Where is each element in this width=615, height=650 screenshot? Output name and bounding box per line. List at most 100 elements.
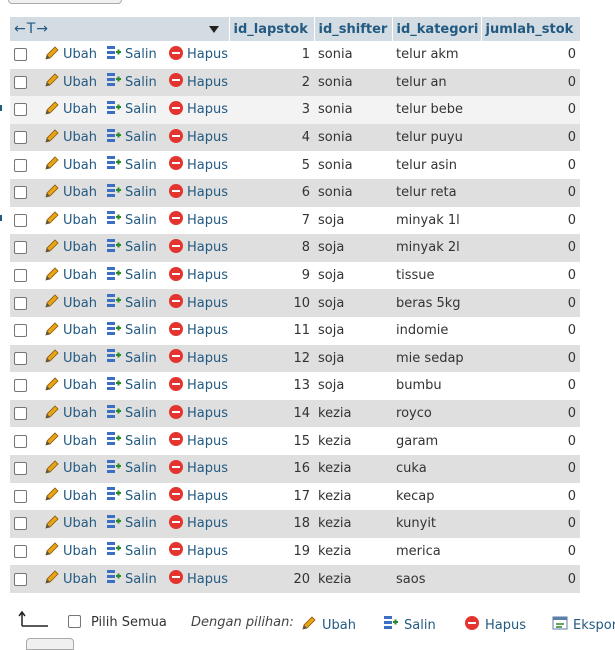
cell-id-shifter[interactable]: soja xyxy=(314,344,393,373)
row-checkbox[interactable] xyxy=(14,517,27,531)
copy-button[interactable]: Salin xyxy=(106,45,157,65)
cell-id-lapstok[interactable]: 1 xyxy=(229,41,315,69)
row-checkbox[interactable] xyxy=(14,103,27,117)
row-checkbox-cell[interactable] xyxy=(10,151,40,179)
row-checkbox-cell[interactable] xyxy=(10,454,40,483)
row-checkbox-cell[interactable] xyxy=(10,289,40,317)
cell-id-shifter[interactable]: sonia xyxy=(314,68,393,97)
cell-id-lapstok[interactable]: 7 xyxy=(229,206,315,235)
cell-jumlah-stok[interactable]: 0 xyxy=(481,289,581,317)
row-checkbox[interactable] xyxy=(14,324,27,338)
cell-id-lapstok[interactable]: 9 xyxy=(229,261,315,290)
cell-jumlah-stok[interactable]: 0 xyxy=(481,510,581,538)
row-checkbox[interactable] xyxy=(14,434,27,448)
row-checkbox[interactable] xyxy=(14,572,27,586)
delete-button[interactable]: Hapus xyxy=(168,376,228,396)
delete-button[interactable]: Hapus xyxy=(168,266,228,286)
edit-button[interactable]: Ubah xyxy=(44,431,97,451)
bulk-edit-button[interactable]: Ubah xyxy=(301,615,356,635)
row-checkbox-cell[interactable] xyxy=(10,68,40,97)
cell-id-shifter[interactable]: kezia xyxy=(314,537,393,566)
delete-button[interactable]: Hapus xyxy=(168,210,228,230)
row-checkbox[interactable] xyxy=(14,462,27,476)
cell-id-kategori[interactable]: telur an xyxy=(392,68,482,97)
row-checkbox[interactable] xyxy=(14,158,27,172)
delete-button[interactable]: Hapus xyxy=(168,45,228,65)
sort-triangle-icon[interactable] xyxy=(208,25,219,33)
table-row[interactable]: Ubah Salin Hapus 2 sonia telur an 0 xyxy=(10,68,581,97)
cell-jumlah-stok[interactable]: 0 xyxy=(481,427,581,455)
edit-button[interactable]: Ubah xyxy=(44,238,97,258)
row-checkbox[interactable] xyxy=(14,489,27,503)
cell-id-kategori[interactable]: minyak 1l xyxy=(392,206,482,235)
edit-button[interactable]: Ubah xyxy=(44,376,97,396)
cell-id-lapstok[interactable]: 3 xyxy=(229,96,315,124)
cell-id-lapstok[interactable]: 20 xyxy=(229,565,315,593)
cell-id-kategori[interactable]: royco xyxy=(392,399,482,428)
cell-id-shifter[interactable]: kezia xyxy=(314,454,393,483)
cell-id-shifter[interactable]: soja xyxy=(314,261,393,290)
row-checkbox[interactable] xyxy=(14,379,27,393)
row-checkbox[interactable] xyxy=(14,75,27,89)
cell-id-lapstok[interactable]: 14 xyxy=(229,399,315,428)
edit-button[interactable]: Ubah xyxy=(44,128,97,148)
cell-id-shifter[interactable]: sonia xyxy=(314,41,393,69)
cell-id-shifter[interactable]: kezia xyxy=(314,510,393,538)
cell-id-kategori[interactable]: telur puyu xyxy=(392,123,482,152)
cell-jumlah-stok[interactable]: 0 xyxy=(481,565,581,593)
delete-button[interactable]: Hapus xyxy=(168,321,228,341)
copy-button[interactable]: Salin xyxy=(106,128,157,148)
copy-button[interactable]: Salin xyxy=(106,431,157,451)
copy-button[interactable]: Salin xyxy=(106,348,157,368)
cell-id-lapstok[interactable]: 10 xyxy=(229,289,315,317)
row-checkbox[interactable] xyxy=(14,351,27,365)
cell-id-lapstok[interactable]: 18 xyxy=(229,510,315,538)
cell-id-kategori[interactable]: kunyit xyxy=(392,510,482,538)
cell-id-shifter[interactable]: soja xyxy=(314,234,393,262)
copy-button[interactable]: Salin xyxy=(106,376,157,396)
cell-id-shifter[interactable]: soja xyxy=(314,372,393,400)
delete-button[interactable]: Hapus xyxy=(168,100,228,120)
cell-jumlah-stok[interactable]: 0 xyxy=(481,68,581,97)
cell-id-kategori[interactable]: telur asin xyxy=(392,151,482,179)
copy-button[interactable]: Salin xyxy=(106,72,157,92)
cell-id-kategori[interactable]: indomie xyxy=(392,316,482,345)
delete-button[interactable]: Hapus xyxy=(168,72,228,92)
bulk-copy-button[interactable]: Salin xyxy=(383,615,436,635)
row-checkbox[interactable] xyxy=(14,296,27,310)
cell-id-shifter[interactable]: kezia xyxy=(314,482,393,511)
cell-id-lapstok[interactable]: 13 xyxy=(229,372,315,400)
copy-button[interactable]: Salin xyxy=(106,210,157,230)
edit-button[interactable]: Ubah xyxy=(44,321,97,341)
cell-jumlah-stok[interactable]: 0 xyxy=(481,537,581,566)
copy-button[interactable]: Salin xyxy=(106,486,157,506)
row-checkbox-cell[interactable] xyxy=(10,510,40,538)
cell-id-lapstok[interactable]: 6 xyxy=(229,178,315,207)
delete-button[interactable]: Hapus xyxy=(168,293,228,313)
cell-id-lapstok[interactable]: 15 xyxy=(229,427,315,455)
table-row[interactable]: Ubah Salin Hapus 7 soja minyak 1l 0 xyxy=(10,206,581,235)
edit-button[interactable]: Ubah xyxy=(44,183,97,203)
cell-id-kategori[interactable]: garam xyxy=(392,427,482,455)
cell-id-shifter[interactable]: sonia xyxy=(314,151,393,179)
cell-jumlah-stok[interactable]: 0 xyxy=(481,178,581,207)
row-checkbox-cell[interactable] xyxy=(10,261,40,290)
copy-button[interactable]: Salin xyxy=(106,541,157,561)
edit-button[interactable]: Ubah xyxy=(44,514,97,534)
column-header-id-kategori[interactable]: id_kategori xyxy=(392,17,482,41)
select-all-label[interactable]: Pilih Semua xyxy=(91,615,167,630)
copy-button[interactable]: Salin xyxy=(106,238,157,258)
row-checkbox-cell[interactable] xyxy=(10,399,40,428)
edit-button[interactable]: Ubah xyxy=(44,45,97,65)
cell-id-kategori[interactable]: merica xyxy=(392,537,482,566)
column-header-id-shifter[interactable]: id_shifter xyxy=(314,17,393,41)
row-checkbox[interactable] xyxy=(14,131,27,145)
table-row[interactable]: Ubah Salin Hapus 20 kezia saos 0 xyxy=(10,565,581,593)
cell-jumlah-stok[interactable]: 0 xyxy=(481,206,581,235)
copy-button[interactable]: Salin xyxy=(106,100,157,120)
row-checkbox-cell[interactable] xyxy=(10,372,40,400)
table-row[interactable]: Ubah Salin Hapus 11 soja indomie 0 xyxy=(10,316,581,345)
table-row[interactable]: Ubah Salin Hapus 5 sonia telur asin 0 xyxy=(10,151,581,179)
cell-jumlah-stok[interactable]: 0 xyxy=(481,372,581,400)
row-checkbox-cell[interactable] xyxy=(10,206,40,235)
